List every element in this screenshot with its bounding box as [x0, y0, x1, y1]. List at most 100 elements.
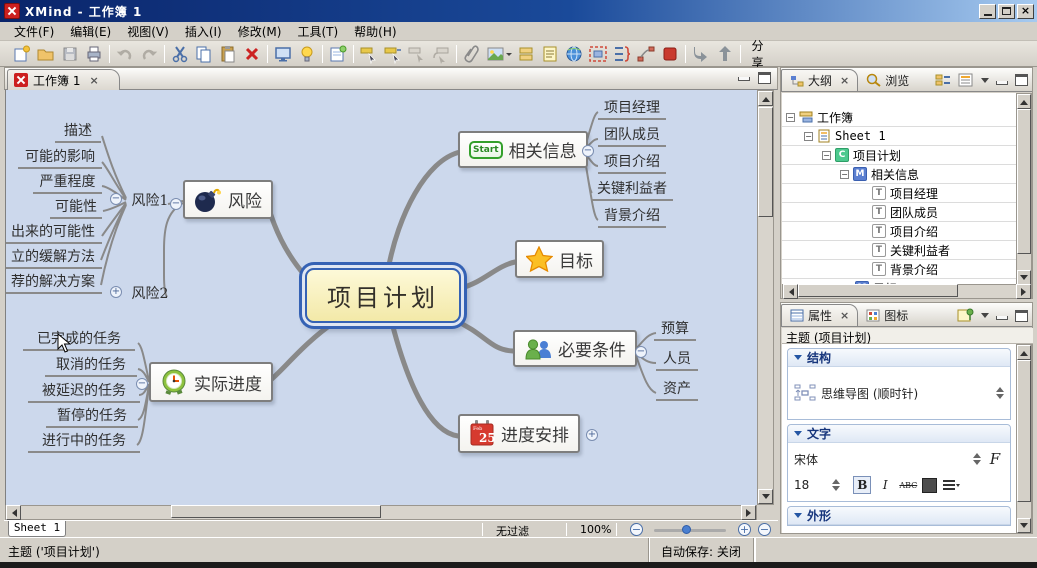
new-workbook-button[interactable] — [10, 43, 34, 65]
tree-row-stakeholders[interactable]: T 关键利益者 — [782, 241, 1016, 260]
save-button[interactable] — [58, 43, 82, 65]
outline-maximize-icon[interactable] — [1015, 74, 1028, 86]
vscroll-thumb[interactable] — [1017, 360, 1031, 502]
menu-view[interactable]: 视图(V) — [119, 22, 177, 41]
scroll-left-icon[interactable] — [783, 284, 798, 299]
pin-icon[interactable] — [957, 308, 974, 323]
vscroll-thumb[interactable] — [758, 107, 773, 217]
subtopic-team-members[interactable]: 团队成员 — [598, 124, 666, 147]
demote-button[interactable] — [689, 43, 713, 65]
insert-subtopic-button[interactable] — [405, 43, 429, 65]
properties-maximize-icon[interactable] — [1015, 309, 1028, 322]
subtopic-completed-tasks[interactable]: 已完成的任务 — [23, 328, 135, 351]
menu-edit[interactable]: 编辑(E) — [62, 22, 119, 41]
expand-icon-schedule[interactable]: + — [586, 429, 598, 441]
properties-menu-icon[interactable] — [981, 313, 989, 322]
vscroll-thumb[interactable] — [1017, 109, 1031, 254]
notes-button[interactable] — [538, 43, 562, 65]
menu-modify[interactable]: 修改(M) — [230, 22, 290, 41]
minimize-button[interactable] — [979, 3, 996, 19]
marker-button[interactable] — [658, 43, 682, 65]
summary-button[interactable] — [610, 43, 634, 65]
outline-minimize-icon[interactable] — [996, 80, 1008, 85]
scroll-up-icon[interactable] — [1017, 345, 1031, 360]
subtopic-assets[interactable]: 资产 — [656, 378, 698, 401]
outline-vscrollbar[interactable] — [1016, 93, 1032, 285]
font-family-value[interactable]: 宋体 — [794, 451, 818, 468]
tab-properties[interactable]: 属性 × — [781, 304, 859, 326]
undo-button[interactable] — [113, 43, 137, 65]
workbook-tab-close-icon[interactable]: × — [89, 74, 98, 87]
subtopic-probability[interactable]: 可能性 — [50, 196, 102, 219]
zoom-out-icon[interactable]: − — [630, 523, 643, 536]
zoom-fit-icon[interactable]: − — [758, 523, 771, 536]
font-family-spinner[interactable] — [973, 449, 981, 469]
italic-button[interactable]: I — [876, 476, 894, 494]
section-shape-header[interactable]: 外形 — [788, 507, 1010, 525]
hscroll-thumb[interactable] — [171, 505, 381, 518]
redo-button[interactable] — [137, 43, 161, 65]
share-button[interactable]: 分享 — [744, 39, 768, 70]
menu-help[interactable]: 帮助(H) — [346, 22, 404, 41]
relationship-button[interactable] — [634, 43, 658, 65]
zoom-in-icon[interactable]: + — [738, 523, 751, 536]
collapse-icon-requirements[interactable]: − — [635, 346, 647, 358]
scroll-left-icon[interactable] — [6, 505, 21, 520]
tree-row-related-info[interactable]: − M 相关信息 — [782, 165, 1016, 184]
tree-row-team-members[interactable]: T 团队成员 — [782, 203, 1016, 222]
tree-row-sheet1[interactable]: − Sheet 1 — [782, 127, 1016, 146]
properties-vscrollbar[interactable] — [1016, 344, 1032, 533]
outline-menu-icon[interactable] — [981, 77, 989, 87]
zoom-slider-thumb[interactable] — [682, 525, 691, 534]
scroll-right-icon[interactable] — [741, 505, 756, 520]
expander-icon[interactable]: − — [822, 150, 831, 160]
subtopic-risk2[interactable]: 风险2 — [129, 283, 171, 304]
align-button[interactable] — [942, 478, 961, 492]
subtopic-solution[interactable]: 荐的解决方案 — [6, 271, 102, 294]
suggestion-button[interactable] — [295, 43, 319, 65]
scroll-down-icon[interactable] — [1017, 518, 1031, 533]
menu-insert[interactable]: 插入(I) — [177, 22, 230, 41]
menu-file[interactable]: 文件(F) — [6, 22, 62, 41]
topic-risk[interactable]: 风险 — [183, 180, 273, 219]
tab-icons[interactable]: 图标 — [858, 304, 916, 326]
close-button[interactable]: × — [1017, 3, 1034, 19]
sheet-tab[interactable]: Sheet 1 — [8, 521, 66, 537]
tab-outline-close-icon[interactable]: × — [840, 74, 849, 87]
mindmap-canvas[interactable]: 项目计划 Start 相关信息 项目经理 团队成员 项目介绍 关键利益者 背景介… — [5, 90, 757, 505]
bold-button[interactable]: B — [853, 476, 872, 494]
subtopic-project-manager[interactable]: 项目经理 — [598, 97, 666, 120]
topic-progress[interactable]: 实际进度 — [149, 362, 273, 402]
delete-button[interactable] — [240, 43, 264, 65]
insert-image-button[interactable] — [484, 43, 508, 65]
insert-topic-after-button[interactable] — [381, 43, 405, 65]
tree-row-project-manager[interactable]: T 项目经理 — [782, 184, 1016, 203]
subtopic-paused-tasks[interactable]: 暂停的任务 — [46, 405, 138, 428]
paste-button[interactable] — [216, 43, 240, 65]
subtopic-mitigation[interactable]: 立的缓解方法 — [6, 246, 102, 269]
boundary-button[interactable] — [586, 43, 610, 65]
tab-outline[interactable]: 大纲 × — [781, 69, 859, 91]
new-sheet-button[interactable] — [326, 43, 350, 65]
cut-button[interactable] — [168, 43, 192, 65]
font-picker-button[interactable]: F — [986, 450, 1004, 468]
insert-image-dropdown[interactable] — [506, 52, 512, 59]
central-topic[interactable]: 项目计划 — [305, 268, 461, 323]
print-button[interactable] — [82, 43, 106, 65]
attachment-button[interactable] — [460, 43, 484, 65]
expander-icon[interactable]: − — [804, 131, 813, 141]
outline-view-toggle-icon[interactable] — [935, 73, 951, 87]
subtopic-description[interactable]: 描述 — [55, 120, 101, 143]
topic-requirements[interactable]: 必要条件 — [513, 330, 637, 367]
collapse-icon-risk1[interactable]: − — [110, 193, 122, 205]
scroll-down-icon[interactable] — [758, 489, 773, 504]
scroll-up-icon[interactable] — [758, 91, 773, 106]
subtopic-occurrence[interactable]: 出来的可能性 — [6, 221, 102, 244]
tree-row-background[interactable]: T 背景介绍 — [782, 260, 1016, 279]
tab-properties-close-icon[interactable]: × — [840, 309, 849, 322]
tab-browse[interactable]: 浏览 — [858, 69, 917, 91]
insert-topic-button[interactable] — [357, 43, 381, 65]
subtopic-budget[interactable]: 预算 — [654, 318, 696, 341]
expander-icon[interactable]: − — [840, 169, 849, 179]
subtopic-possible-impact[interactable]: 可能的影响 — [18, 146, 102, 169]
